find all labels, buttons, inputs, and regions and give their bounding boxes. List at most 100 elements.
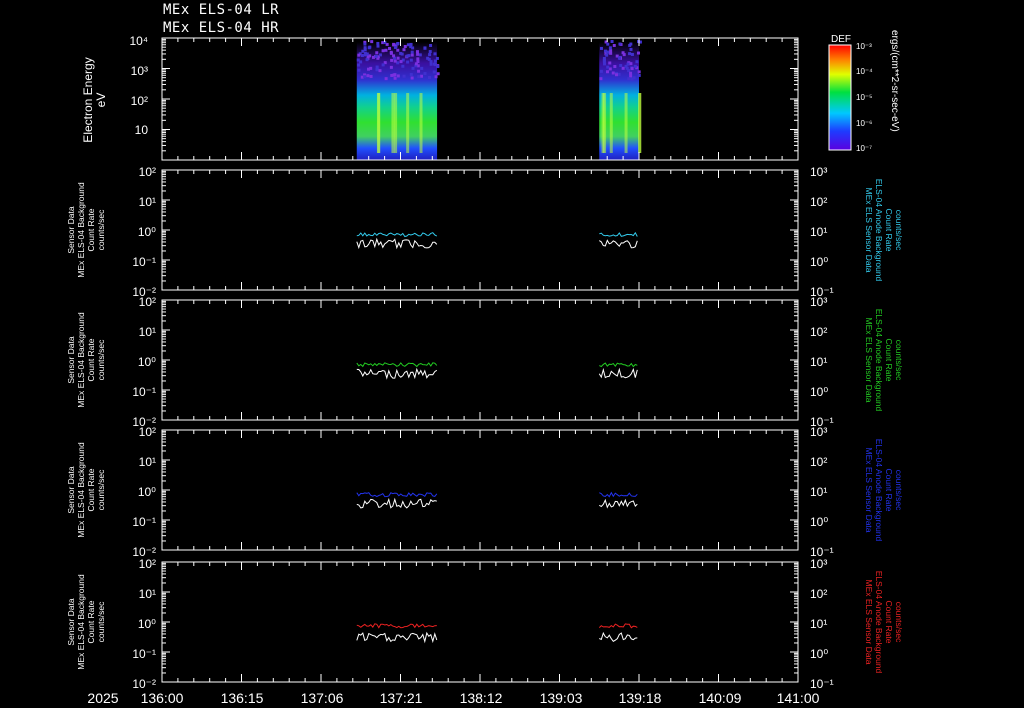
panel3-right-label-2: Count Rate [884, 339, 894, 382]
spectrogram-speckle [427, 76, 431, 80]
spectrogram-speckle [365, 52, 369, 56]
panel5-right-label-0: MEx ELS Sensor Data [864, 579, 874, 664]
panel3-right-label-0: MEx ELS Sensor Data [864, 317, 874, 402]
spectrogram-speckle [602, 58, 606, 62]
spectrogram-speckle [376, 44, 380, 48]
spectrogram-streak [624, 93, 628, 153]
panel1-ylabel-2: eV [94, 93, 108, 108]
panel3-left-label-3: counts/sec [96, 339, 106, 380]
spectrogram-speckle [433, 59, 437, 63]
x-tick-3: 137:21 [380, 690, 423, 706]
spectrogram-speckle [429, 60, 433, 64]
panel5-left-label-2: Count Rate [86, 600, 96, 643]
panel2-left-label-3: counts/sec [96, 209, 106, 250]
x-tick-1: 136:15 [221, 690, 264, 706]
spectrogram-speckle [393, 45, 397, 49]
spectrogram-speckle [396, 74, 400, 78]
panel3-frame [161, 299, 799, 421]
panel5-left-label-3: counts/sec [96, 601, 106, 642]
spectrogram-speckle [429, 43, 433, 47]
panel4-rtick-2: 10¹ [810, 485, 827, 499]
spectrogram-speckle [384, 77, 388, 81]
spectrogram-speckle [630, 52, 634, 56]
spectrogram-speckle [389, 51, 393, 55]
panel4-ltick-0: 10² [139, 425, 156, 439]
panel4-anode-series-0 [356, 492, 438, 498]
panel5-ltick-0: 10² [139, 557, 156, 571]
spectrogram-speckle [395, 42, 399, 46]
spectrogram-speckle [627, 77, 631, 81]
spectrogram-speckle [633, 64, 637, 68]
panel4-rtick-3: 10⁰ [810, 515, 828, 529]
spectrogram-speckle [396, 48, 400, 52]
panel4-right-label-2: Count Rate [884, 469, 894, 512]
spectrogram-speckle [609, 49, 613, 53]
panel4-ltick-2: 10⁰ [138, 485, 156, 499]
spectrogram-streak [601, 93, 605, 153]
spectrogram-speckle [606, 70, 610, 74]
spectrogram-speckle [409, 73, 413, 77]
panel2-right-label-0: MEx ELS Sensor Data [864, 187, 874, 272]
spectrogram-speckle [606, 65, 610, 69]
spectrogram-speckle [416, 57, 420, 61]
spectrogram-speckle [606, 42, 610, 46]
spectrogram-speckle [417, 69, 421, 73]
spectrogram-speckle [637, 73, 641, 77]
panel5-bg-series-0 [356, 631, 438, 644]
panel3-rtick-1: 10² [810, 325, 827, 339]
spectrogram-speckle [619, 64, 623, 68]
spectrogram-speckle [402, 48, 406, 52]
spectrogram-speckle [434, 75, 438, 79]
panel3-right-label-3: counts/sec [894, 340, 904, 381]
p1-ytick-3: 10 [135, 123, 149, 137]
spectrogram-speckle [357, 68, 361, 72]
spectrogram-speckle [392, 42, 396, 46]
spectrogram-speckle [370, 40, 374, 44]
x-year: 2025 [87, 690, 118, 706]
panel4-left-label-1: MEx ELS-04 Background [76, 442, 86, 538]
panel5-rtick-2: 10¹ [810, 617, 827, 631]
spectrogram-speckle [629, 42, 633, 46]
panel4-frame [161, 429, 799, 551]
panel3-bg-series-0 [356, 367, 438, 380]
x-tick-2: 137:06 [301, 690, 344, 706]
panel5-right-label-1: ELS-04 Anode Background [874, 571, 884, 674]
panel2-bg-series-1 [599, 239, 638, 249]
spectrogram-speckle [624, 64, 628, 68]
panel5-left-label-1: MEx ELS-04 Background [76, 574, 86, 670]
p1-ytick-0: 10⁴ [129, 34, 148, 48]
spectrogram-speckle [416, 52, 420, 56]
spectrogram-speckle [403, 45, 407, 49]
spectrogram-streak [419, 93, 423, 153]
panel2-ltick-0: 10² [139, 165, 156, 179]
colorbar-unit: ergs/(cm**2-sr-sec-eV) [889, 30, 900, 132]
spectrogram-speckle [399, 51, 403, 55]
spectrogram-speckle [390, 58, 394, 62]
panel4-right-label-3: counts/sec [894, 470, 904, 511]
spectrogram-speckle [599, 69, 603, 73]
spectrogram-speckle [357, 53, 361, 57]
spectrogram-speckle [599, 77, 603, 81]
spectrogram-speckle [416, 60, 420, 64]
x-tick-8: 141:00 [777, 690, 820, 706]
panel2-right-label-3: counts/sec [894, 210, 904, 251]
spectrogram-speckle [608, 67, 612, 71]
spectrogram-speckle [435, 56, 439, 60]
panel2-ltick-2: 10⁰ [138, 225, 156, 239]
spectrogram-speckle [636, 51, 640, 55]
panel5-ltick-1: 10¹ [139, 587, 156, 601]
panel4-right-label-1: ELS-04 Anode Background [874, 439, 884, 542]
spectrogram-speckle [410, 53, 414, 57]
panel5-ltick-4: 10⁻² [132, 677, 156, 691]
panel5-anode-series-0 [356, 623, 437, 629]
panel5-frame [161, 561, 799, 683]
spectrogram-speckle [411, 46, 415, 50]
spectrogram-speckle [432, 70, 436, 74]
spectrogram-speckle [621, 66, 625, 70]
spectrogram-speckle [433, 52, 437, 56]
panel3-left-label-2: Count Rate [86, 338, 96, 381]
panel2-rtick-1: 10² [810, 195, 827, 209]
spectrogram-speckle [389, 65, 393, 69]
panel3-left-label-0: Sensor Data [66, 336, 76, 384]
spectrogram-speckle [410, 50, 414, 54]
